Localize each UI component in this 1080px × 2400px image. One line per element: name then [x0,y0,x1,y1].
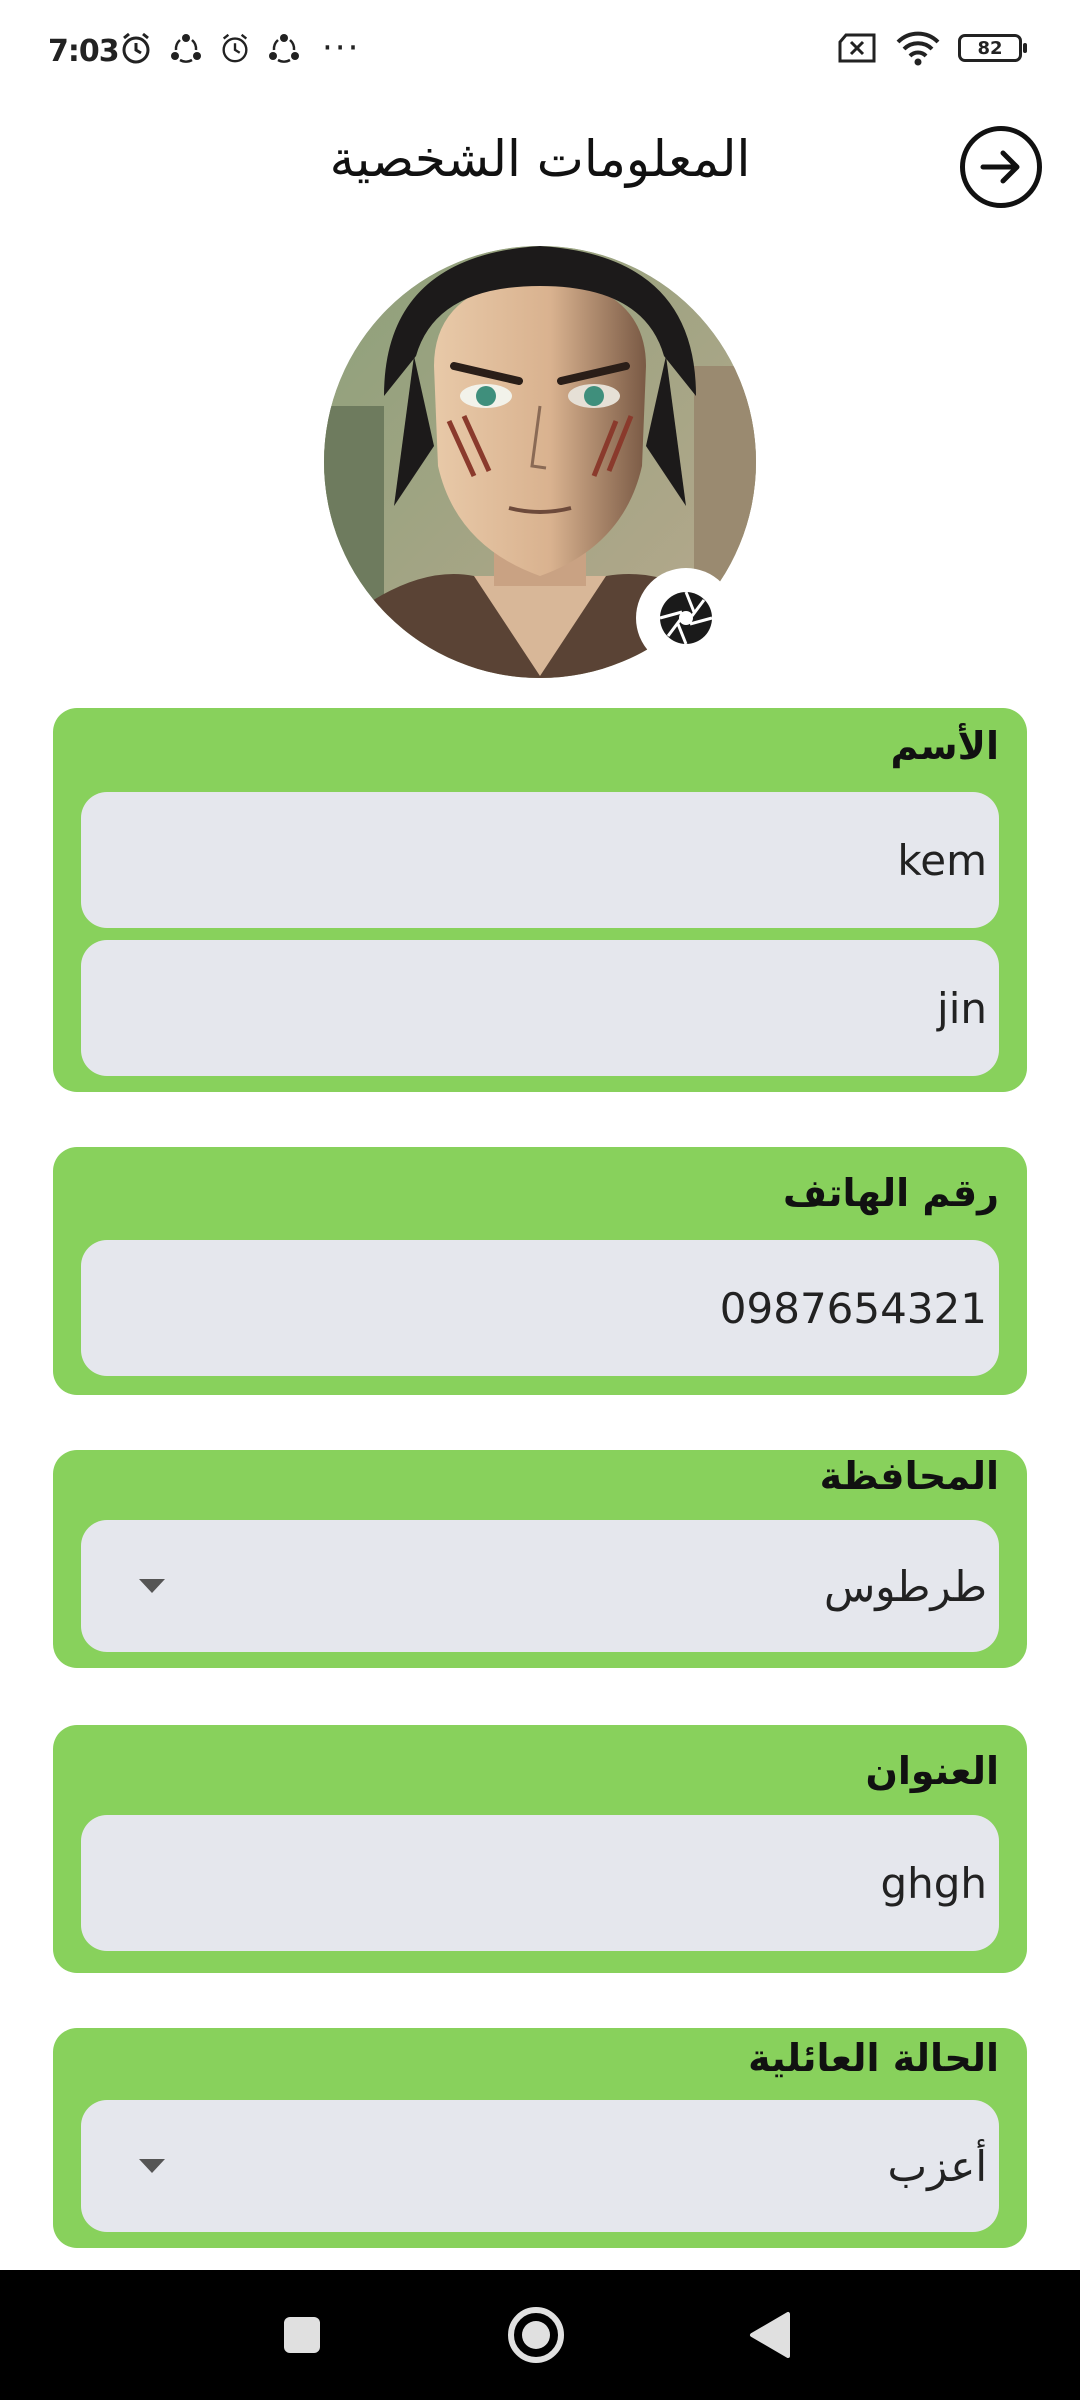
marital-status-label: الحالة العائلية [748,2036,999,2080]
phone-value: 0987654321 [719,1283,987,1333]
first-name-value: kem [897,835,987,885]
wifi-icon [896,31,940,66]
system-navigation-bar [0,2270,1080,2400]
phone-field[interactable]: 0987654321 [81,1240,999,1376]
address-label: العنوان [865,1749,999,1793]
no-sim-icon [838,33,876,63]
more-dots-icon: ··· [322,28,361,68]
phone-label: رقم الهاتف [783,1171,999,1215]
address-value: ghgh [880,1858,987,1908]
arrow-right-icon [980,150,1020,184]
last-name-value: jin [937,983,987,1033]
status-bar: 7:03 ··· 82 [0,0,1080,110]
sync-icon [171,34,201,63]
nav-home-button[interactable] [466,2270,606,2400]
camera-aperture-icon [659,591,713,645]
governorate-label: المحافظة [819,1454,999,1498]
address-card: العنوان ghgh [53,1725,1027,1973]
phone-card: رقم الهاتف 0987654321 [53,1147,1027,1395]
status-time: 7:03 [48,34,120,69]
back-button[interactable] [960,126,1042,208]
chevron-down-icon [139,1579,165,1593]
nav-back-button[interactable] [700,2270,840,2400]
battery-level: 82 [977,37,1003,59]
chevron-down-icon [139,2159,165,2173]
alarm-icon-2 [222,33,248,63]
marital-status-card: الحالة العائلية أعزب [53,2028,1027,2248]
square-icon [284,2317,320,2353]
last-name-field[interactable]: jin [81,940,999,1076]
address-field[interactable]: ghgh [81,1815,999,1951]
battery-icon: 82 [958,34,1027,62]
name-label: الأسم [890,724,1000,768]
alarm-icon [122,32,150,64]
sync-icon-2 [269,34,299,63]
first-name-field[interactable]: kem [81,792,999,928]
circle-icon [508,2307,564,2363]
governorate-value: طرطوس [824,1561,987,1611]
marital-status-dropdown[interactable]: أعزب [81,2100,999,2232]
marital-status-value: أعزب [887,2141,987,2191]
status-system-icons: 82 [836,30,1027,66]
nav-recents-button[interactable] [232,2270,372,2400]
page-header: المعلومات الشخصية [0,110,1080,230]
profile-avatar-container [324,246,756,678]
name-card: الأسم kem jin [53,708,1027,1092]
governorate-card: المحافظة طرطوس [53,1450,1027,1668]
change-photo-button[interactable] [636,568,736,668]
status-notification-icons: ··· [118,30,360,66]
triangle-back-icon [750,2312,790,2358]
page-title: المعلومات الشخصية [329,130,751,188]
governorate-dropdown[interactable]: طرطوس [81,1520,999,1652]
